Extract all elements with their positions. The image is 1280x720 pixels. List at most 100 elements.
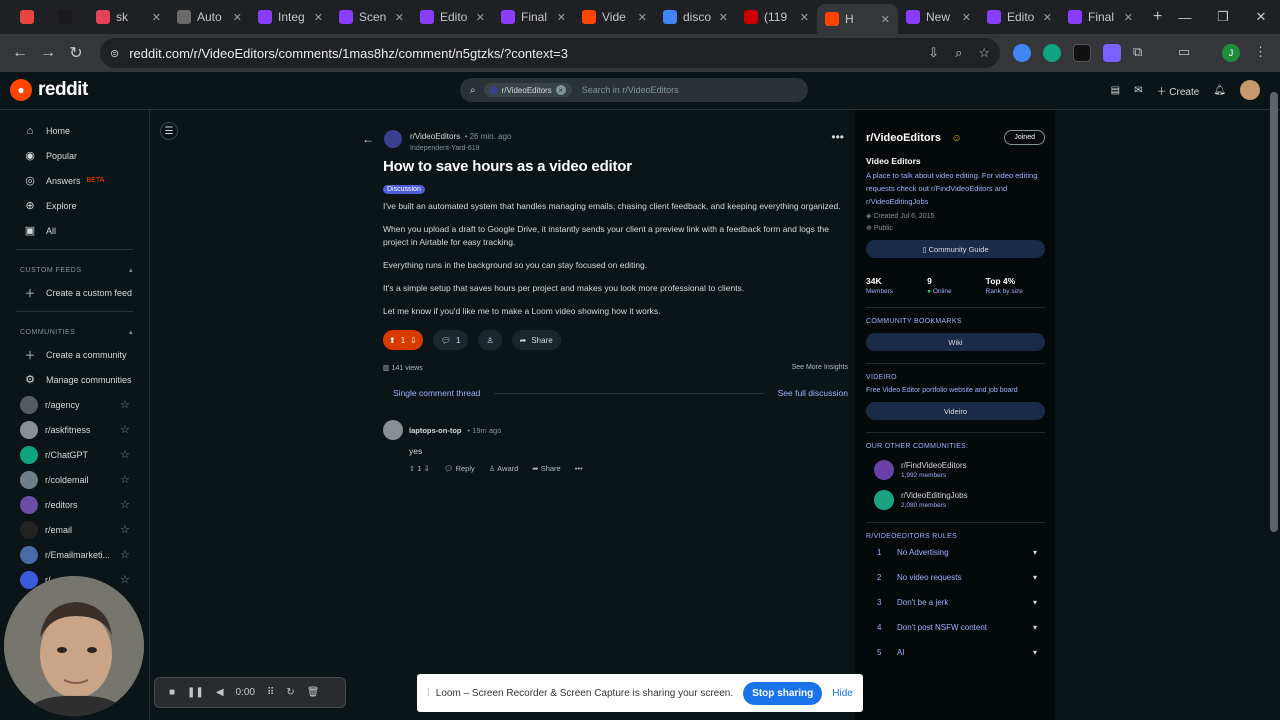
user-avatar[interactable] [1240,80,1260,100]
tab-close-icon[interactable]: ✕ [1124,11,1133,24]
community-item[interactable]: r/email ☆ [0,517,149,542]
rule-item[interactable]: 3 Don't be a jerk ▾ [866,590,1045,615]
manage-communities[interactable]: ⚙ Manage communities [0,367,149,392]
other-community-item[interactable]: r/FindVideoEditors 1,992 members [866,460,1045,480]
profile-avatar-icon[interactable]: J [1222,44,1240,62]
site-info-icon[interactable]: ⊜ [110,47,119,60]
tab-close-icon[interactable]: ✕ [638,11,647,24]
browser-tab[interactable]: Auto ✕ [169,3,250,31]
zoom-icon[interactable]: ⌕ [955,45,962,61]
browser-tab[interactable] [50,3,88,31]
forward-icon[interactable]: → [34,39,62,67]
favorite-star-icon[interactable]: ☆ [120,573,130,586]
share-button[interactable]: ➦ Share [511,330,561,350]
webcam-bubble[interactable] [4,576,144,716]
browser-tab[interactable]: Integ ✕ [250,3,331,31]
browser-tab[interactable] [12,3,50,31]
community-item[interactable]: r/agency ☆ [0,392,149,417]
browser-tab[interactable]: New ✕ [898,3,979,31]
sidebar-item-popular[interactable]: ◉ Popular [0,143,149,168]
favorite-star-icon[interactable]: ☆ [120,473,130,486]
stop-sharing-button[interactable]: Stop sharing [743,681,823,705]
rule-item[interactable]: 1 No Advertising ▾ [866,540,1045,565]
post-subreddit[interactable]: r/VideoEditors [410,132,460,141]
community-item[interactable]: r/coldemail ☆ [0,467,149,492]
chevron-down-icon[interactable]: ▾ [1033,548,1037,557]
notifications-icon[interactable]: 🔔︎ [1213,85,1226,96]
browser-tab[interactable]: Final ✕ [493,3,574,31]
wiki-button[interactable]: Wiki [866,333,1045,351]
hide-button[interactable]: Hide [832,688,853,699]
bookmark-star-icon[interactable]: ☆ [978,45,990,61]
favorite-star-icon[interactable]: ☆ [120,548,130,561]
side-panel-icon[interactable]: ▭ [1178,44,1196,62]
menu-dots-icon[interactable]: ⋮ [1254,44,1272,62]
rule-item[interactable]: 5 AI ▾ [866,640,1045,665]
comment-more-icon[interactable]: ••• [575,464,583,473]
tab-close-icon[interactable]: ✕ [1043,11,1052,24]
comments-button[interactable]: 💬︎ 1 [432,330,469,350]
chevron-down-icon[interactable]: ▾ [1033,573,1037,582]
community-item[interactable]: r/editors ☆ [0,492,149,517]
reply-button[interactable]: 💬︎ Reply [444,464,475,473]
tab-close-icon[interactable]: ✕ [800,11,809,24]
create-button[interactable]: ＋ Create [1157,83,1200,98]
extensions-puzzle-icon[interactable]: ⧉ [1133,44,1151,62]
pause-icon[interactable]: ❚❚ [187,687,204,698]
chrome-extension-icon[interactable] [1013,44,1031,62]
sidebar-item-home[interactable]: ⌂ Home [0,118,149,143]
back-icon[interactable]: ← [6,39,34,67]
upvote-icon[interactable]: ⇧ [409,464,415,473]
chevron-down-icon[interactable]: ▾ [1033,598,1037,607]
see-more-insights-link[interactable]: See More Insights [792,364,848,372]
browser-tab[interactable]: Edito ✕ [979,3,1060,31]
favorite-star-icon[interactable]: ☆ [120,423,130,436]
award-button[interactable]: ♙ [478,330,502,350]
downvote-icon[interactable]: ⇩ [424,464,430,473]
restart-icon[interactable]: ↻ [286,687,294,698]
tab-close-icon[interactable]: ✕ [476,11,485,24]
chat-icon[interactable]: ✉ [1134,85,1142,96]
tab-close-icon[interactable]: ✕ [962,11,971,24]
reddit-logo[interactable]: ● reddit [10,79,88,101]
url-field[interactable]: ⊜ reddit.com/r/VideoEditors/comments/1ma… [100,38,1000,68]
sidebar-collapse-button[interactable]: ☰ [160,122,178,140]
browser-tab[interactable]: Scen ✕ [331,3,412,31]
trash-icon[interactable]: 🗑︎ [307,687,320,698]
browser-tab[interactable]: Edito ✕ [412,3,493,31]
browser-tab[interactable]: disco ✕ [655,3,736,31]
page-scrollbar[interactable] [1270,92,1278,532]
tab-close-icon[interactable]: ✕ [719,11,728,24]
grammar-extension-icon[interactable] [1043,44,1061,62]
search-scope-chip[interactable]: r/VideoEditors × [483,83,572,97]
stat-label[interactable]: Rank by size [986,288,1023,295]
more-options-icon[interactable]: ••• [831,130,844,144]
post-flair[interactable]: Discussion [383,185,425,194]
drag-handle-icon[interactable]: ⠿ [267,687,274,698]
community-item[interactable]: r/ChatGPT ☆ [0,442,149,467]
drag-handle-icon[interactable]: ⁞ [427,688,430,699]
post-author[interactable]: Independent-Yard-619 [410,145,511,152]
install-icon[interactable]: ⇩ [928,45,939,61]
reload-icon[interactable]: ↻ [62,39,90,67]
award-button[interactable]: ♙ Award [489,464,519,473]
browser-tab[interactable]: H ✕ [817,4,898,34]
sidebar-item-all[interactable]: ▣ All [0,218,149,243]
tab-close-icon[interactable]: ✕ [152,11,161,24]
joined-button[interactable]: Joined [1004,129,1045,145]
subreddit-avatar[interactable] [384,130,402,148]
new-tab-icon[interactable]: + [1153,8,1162,26]
browser-tab[interactable]: (119 ✕ [736,3,817,31]
tab-close-icon[interactable]: ✕ [314,11,323,24]
rule-item[interactable]: 2 No video requests ▾ [866,565,1045,590]
see-full-discussion-link[interactable]: See full discussion [778,388,848,398]
stop-record-icon[interactable]: ■ [169,687,175,698]
sidebar-item-explore[interactable]: ⊕ Explore [0,193,149,218]
sidebar-item-answers[interactable]: ◎ Answers BETA [0,168,149,193]
browser-tab[interactable]: Final ✕ [1060,3,1141,31]
create-custom-feed[interactable]: ＋ Create a custom feed [0,280,149,305]
community-item[interactable]: r/Emailmarketi... ☆ [0,542,149,567]
tab-close-icon[interactable]: ✕ [557,11,566,24]
community-item[interactable]: r/askfitness ☆ [0,417,149,442]
rule-item[interactable]: 4 Don't post NSFW content ▾ [866,615,1045,640]
